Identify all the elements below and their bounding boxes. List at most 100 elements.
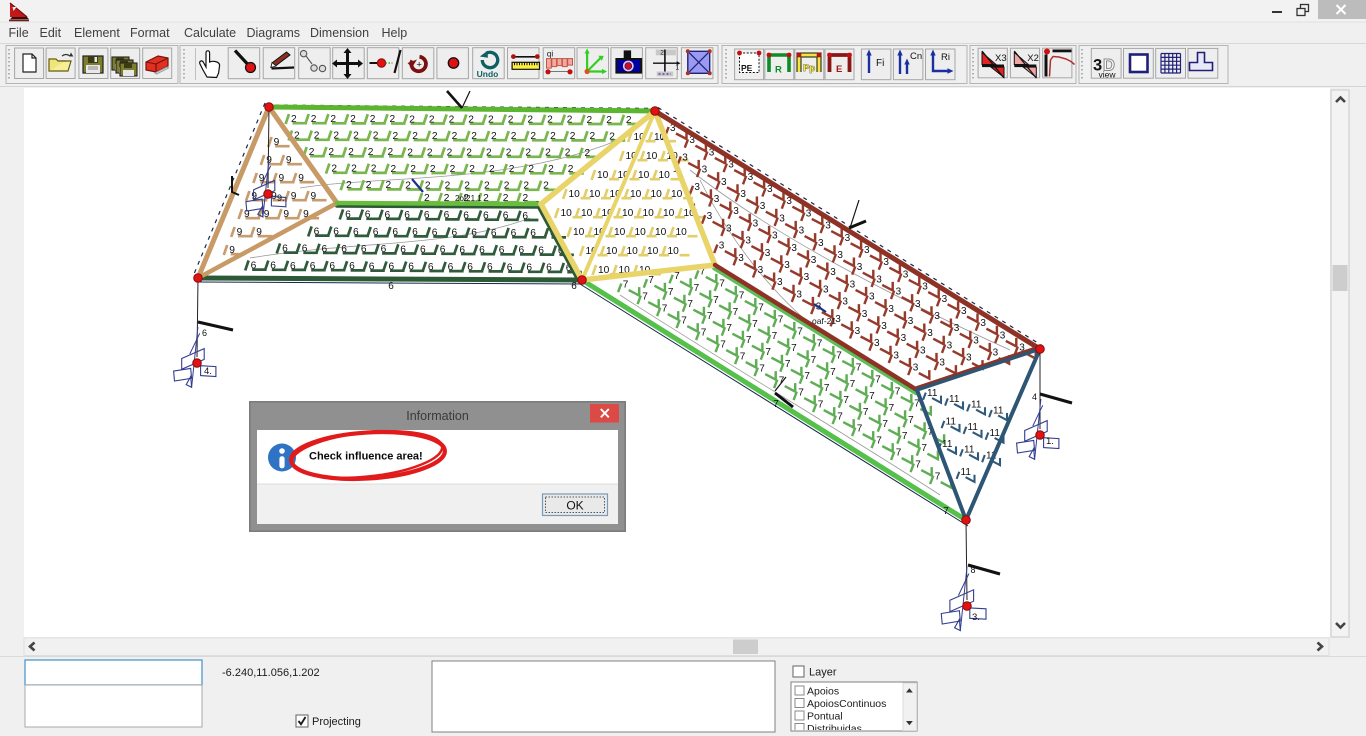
- svg-text:Check influence area!: Check influence area!: [309, 451, 423, 463]
- svg-text:6: 6: [522, 211, 528, 222]
- svg-text:2: 2: [660, 49, 664, 56]
- svg-text:2: 2: [386, 180, 392, 191]
- svg-text:6: 6: [385, 210, 391, 221]
- svg-text:3: 3: [927, 328, 933, 339]
- svg-text:7: 7: [694, 283, 700, 294]
- svg-text:7: 7: [759, 364, 765, 375]
- svg-text:File: File: [9, 26, 29, 40]
- svg-text:2: 2: [353, 131, 359, 142]
- svg-text:8: 8: [971, 565, 976, 575]
- svg-text:11: 11: [961, 467, 972, 478]
- svg-text:2: 2: [430, 164, 436, 175]
- svg-text:7: 7: [798, 388, 804, 399]
- svg-text:2: 2: [511, 131, 517, 142]
- svg-text:9: 9: [291, 191, 297, 202]
- svg-text:10: 10: [671, 189, 683, 200]
- svg-text:2: 2: [445, 180, 451, 191]
- svg-text:10: 10: [589, 189, 601, 200]
- svg-text:6: 6: [487, 262, 493, 273]
- svg-text:6: 6: [290, 261, 296, 272]
- svg-text:3: 3: [883, 257, 889, 268]
- svg-text:Dimension: Dimension: [310, 26, 369, 40]
- svg-text:6: 6: [270, 261, 276, 272]
- svg-text:9: 9: [264, 209, 270, 220]
- svg-text:2: 2: [351, 164, 357, 175]
- svg-text:3: 3: [920, 345, 926, 356]
- svg-text:Pontual: Pontual: [807, 711, 843, 723]
- svg-text:7: 7: [772, 331, 778, 342]
- svg-text:ApoiosContinuos: ApoiosContinuos: [807, 698, 886, 710]
- svg-text:6: 6: [361, 244, 367, 255]
- svg-text:6: 6: [463, 210, 469, 221]
- svg-text:2: 2: [314, 131, 320, 142]
- svg-text:6: 6: [353, 227, 359, 238]
- svg-text:2: 2: [548, 164, 554, 175]
- svg-text:2: 2: [425, 180, 431, 191]
- svg-text:6: 6: [392, 227, 398, 238]
- svg-text:6: 6: [282, 243, 288, 254]
- svg-text:10: 10: [638, 170, 650, 181]
- svg-text:6: 6: [381, 244, 387, 255]
- svg-text:3: 3: [719, 241, 725, 252]
- svg-text:6: 6: [448, 262, 454, 273]
- svg-text:3: 3: [753, 218, 759, 229]
- svg-text:2: 2: [545, 148, 551, 159]
- svg-text:9: 9: [311, 191, 317, 202]
- svg-text:10: 10: [606, 246, 618, 257]
- svg-text:6: 6: [483, 211, 489, 222]
- svg-text:3: 3: [818, 238, 824, 249]
- svg-text:3: 3: [939, 358, 945, 369]
- svg-text:7: 7: [726, 323, 732, 334]
- svg-text:2: 2: [466, 147, 472, 158]
- svg-text:2: 2: [331, 164, 337, 175]
- svg-text:3: 3: [721, 177, 727, 188]
- svg-text:7: 7: [752, 319, 758, 330]
- svg-text:3: 3: [714, 194, 720, 205]
- svg-text:3: 3: [791, 243, 797, 254]
- svg-text:3: 3: [845, 233, 851, 244]
- svg-text:6: 6: [329, 261, 335, 272]
- svg-text:7: 7: [908, 415, 914, 426]
- svg-text:7: 7: [713, 295, 719, 306]
- svg-text:11: 11: [993, 405, 1004, 416]
- svg-text:Diagrams: Diagrams: [247, 26, 301, 40]
- svg-text:7: 7: [648, 275, 654, 286]
- svg-text:7: 7: [791, 343, 797, 354]
- svg-text:9: 9: [256, 227, 262, 238]
- svg-text:6: 6: [546, 263, 552, 274]
- svg-text:2: 2: [530, 131, 536, 142]
- svg-text:3: 3: [702, 165, 708, 176]
- svg-text:3: 3: [862, 309, 868, 320]
- svg-text:2: 2: [506, 148, 512, 159]
- svg-text:3: 3: [864, 245, 870, 256]
- svg-text:2: 2: [429, 114, 435, 125]
- svg-text:7: 7: [623, 280, 629, 291]
- svg-text:2: 2: [471, 131, 477, 142]
- svg-text:2: 2: [550, 131, 556, 142]
- svg-text:2: 2: [626, 115, 632, 126]
- svg-text:10: 10: [561, 208, 573, 219]
- svg-text:7: 7: [850, 379, 856, 390]
- svg-text:3: 3: [893, 350, 899, 361]
- svg-text:PE: PE: [741, 63, 753, 73]
- svg-text:6: 6: [400, 244, 406, 255]
- svg-text:6: 6: [408, 262, 414, 273]
- svg-text:6: 6: [428, 262, 434, 273]
- svg-text:2: 2: [484, 181, 490, 192]
- svg-text:2: 2: [450, 164, 456, 175]
- svg-text:6: 6: [452, 228, 458, 239]
- svg-text:6: 6: [440, 245, 446, 256]
- svg-text:2: 2: [491, 131, 497, 142]
- svg-text:3: 3: [855, 326, 861, 337]
- svg-text:3: 3: [738, 253, 744, 264]
- svg-text:3: 3: [908, 316, 914, 327]
- svg-text:7: 7: [642, 292, 648, 303]
- svg-text:X3: X3: [995, 53, 1007, 64]
- svg-text:E: E: [836, 64, 842, 75]
- svg-text:6: 6: [369, 261, 375, 272]
- svg-text:2: 2: [508, 115, 514, 126]
- svg-text:10: 10: [655, 227, 667, 238]
- svg-text:9: 9: [229, 245, 235, 256]
- svg-text:2: 2: [373, 131, 379, 142]
- svg-text:2: 2: [606, 115, 612, 126]
